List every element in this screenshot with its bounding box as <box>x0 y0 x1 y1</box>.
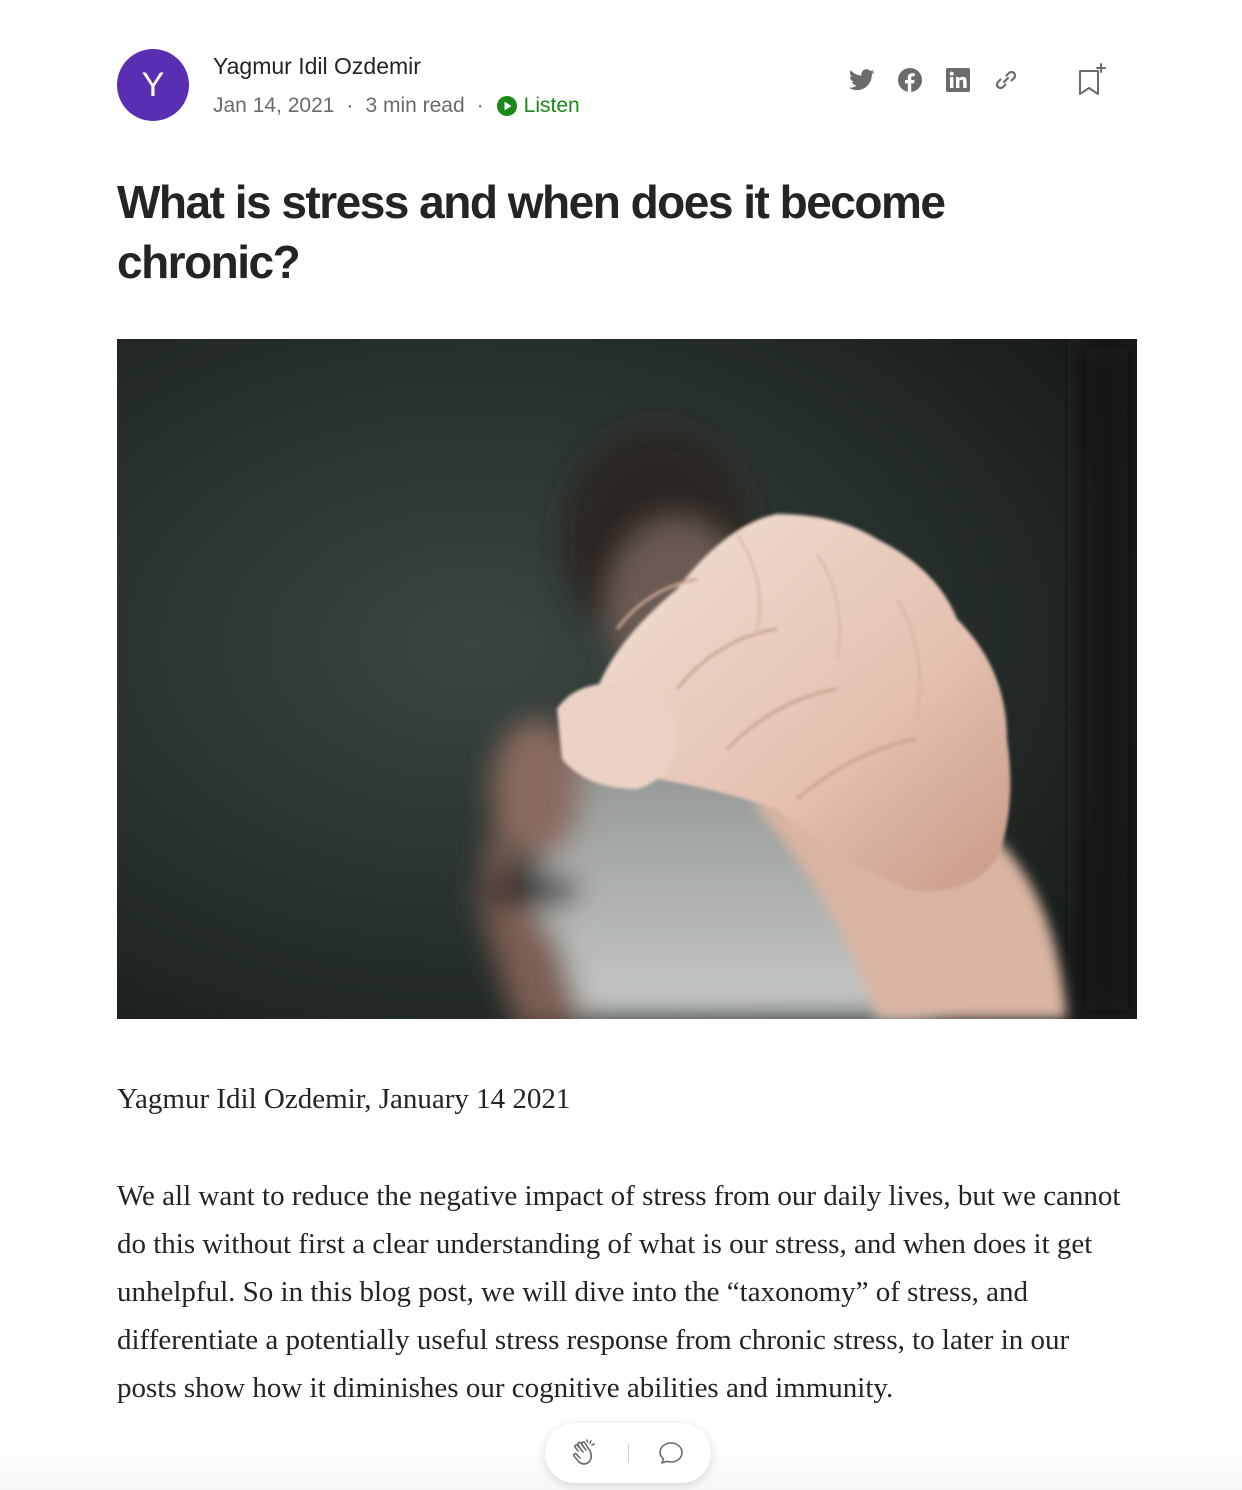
bookmark-add-icon[interactable] <box>1077 63 1107 97</box>
listen-label: Listen <box>523 94 580 117</box>
article-byline: Yagmur Idil Ozdemir, January 14 2021 <box>117 1083 571 1115</box>
hero-photo-illustration <box>117 339 1137 1019</box>
article-paragraph: We all want to reduce the negative impac… <box>117 1180 1121 1404</box>
author-name-link[interactable]: Yagmur Idil Ozdemir <box>213 53 421 80</box>
article-header: Y Yagmur Idil Ozdemir Jan 14, 2021 · 3 m… <box>117 49 1137 123</box>
clap-icon[interactable] <box>567 1435 603 1471</box>
share-toolbar <box>847 65 1039 95</box>
meta-separator: · <box>346 94 354 117</box>
link-icon[interactable] <box>991 65 1021 95</box>
comment-icon[interactable] <box>653 1435 689 1471</box>
twitter-icon[interactable] <box>847 65 877 95</box>
linkedin-icon[interactable] <box>943 65 973 95</box>
action-divider <box>627 1444 629 1462</box>
meta-separator: · <box>476 94 484 117</box>
avatar[interactable]: Y <box>117 49 189 121</box>
floating-action-bar <box>545 1423 711 1483</box>
hero-image <box>117 339 1137 1019</box>
publish-date: Jan 14, 2021 <box>213 94 335 117</box>
article-title: What is stress and when does it become c… <box>117 176 946 288</box>
article-meta: Jan 14, 2021 · 3 min read · Listen <box>213 94 580 118</box>
facebook-icon[interactable] <box>895 65 925 95</box>
read-time: 3 min read <box>365 94 465 117</box>
play-icon <box>496 96 517 116</box>
listen-button[interactable]: Listen <box>496 94 580 118</box>
